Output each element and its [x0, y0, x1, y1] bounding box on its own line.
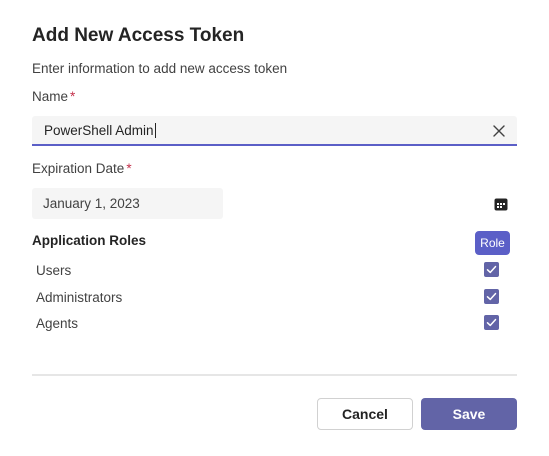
checkmark-icon: [486, 318, 497, 327]
role-row-users: Users: [36, 262, 506, 282]
role-column-button[interactable]: Role: [475, 231, 510, 255]
cancel-button[interactable]: Cancel: [317, 398, 413, 430]
checkmark-icon: [486, 292, 497, 301]
role-row-administrators: Administrators: [36, 289, 506, 309]
expiration-required-mark: *: [126, 161, 132, 176]
save-button[interactable]: Save: [421, 398, 517, 430]
name-required-mark: *: [70, 89, 76, 104]
role-checkbox-users[interactable]: [484, 262, 499, 277]
name-label-text: Name: [32, 89, 69, 104]
calendar-icon[interactable]: [494, 197, 508, 211]
name-input-value-wrap: PowerShell Admin: [44, 123, 156, 138]
dialog-title: Add New Access Token: [32, 25, 245, 46]
role-row-agents: Agents: [36, 315, 506, 335]
expiration-date-input[interactable]: January 1, 2023: [32, 188, 223, 219]
name-input-value: PowerShell Admin: [44, 123, 154, 138]
checkmark-icon: [486, 265, 497, 274]
footer-divider: [32, 374, 517, 376]
close-icon[interactable]: [491, 123, 507, 139]
role-label-agents: Agents: [36, 316, 79, 331]
role-checkbox-administrators[interactable]: [484, 289, 499, 304]
expiration-date-label-text: Expiration Date: [32, 161, 125, 176]
role-label-administrators: Administrators: [36, 290, 123, 305]
dialog-subtitle: Enter information to add new access toke…: [32, 61, 288, 76]
role-checkbox-agents[interactable]: [484, 315, 499, 330]
application-roles-header: Application Roles: [32, 233, 147, 248]
name-input[interactable]: PowerShell Admin: [32, 116, 517, 146]
role-label-users: Users: [36, 263, 72, 278]
text-caret: [154, 123, 156, 138]
expiration-date-label: Expiration Date *: [32, 161, 132, 176]
name-label: Name *: [32, 89, 75, 104]
add-access-token-dialog: Add New Access Token Enter information t…: [0, 0, 549, 456]
expiration-date-value: January 1, 2023: [43, 196, 140, 211]
